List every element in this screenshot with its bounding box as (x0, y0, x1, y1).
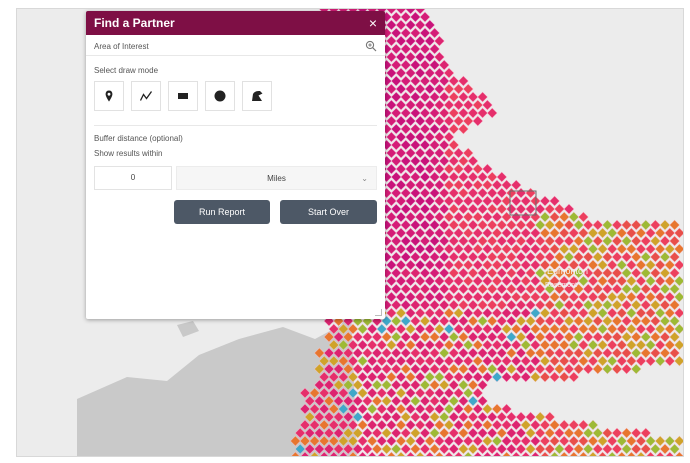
place-label-edmonton: Edmonton (547, 266, 588, 276)
draw-point-button[interactable] (94, 81, 124, 111)
buffer-row: 0 Miles ⌄ (86, 158, 385, 190)
close-icon[interactable]: × (369, 16, 377, 30)
unit-select-value: Miles (267, 173, 286, 183)
map-frame[interactable]: Edmonton Rosemont Find a Partner × Area … (16, 8, 684, 457)
pin-icon (105, 90, 113, 102)
panel-header: Find a Partner × (86, 11, 385, 35)
draw-tools (86, 81, 385, 111)
start-over-button[interactable]: Start Over (280, 200, 377, 224)
zoom-in-icon[interactable] (365, 40, 377, 52)
select-draw-mode-label: Select draw mode (94, 66, 159, 75)
freehand-polygon-icon (252, 90, 263, 101)
area-of-interest-row: Area of Interest (86, 35, 385, 56)
show-results-label: Show results within (94, 149, 163, 158)
draw-freehand-polygon-button[interactable] (242, 81, 272, 111)
panel-title: Find a Partner (94, 16, 175, 30)
buffer-distance-input[interactable]: 0 (94, 166, 172, 190)
polyline-icon (139, 91, 153, 101)
draw-rectangle-button[interactable] (168, 81, 198, 111)
unit-select[interactable]: Miles ⌄ (176, 166, 377, 190)
find-partner-panel: Find a Partner × Area of Interest Select… (86, 11, 385, 319)
resize-handle[interactable] (375, 309, 382, 316)
circle-icon (214, 90, 226, 102)
rectangle-icon (178, 93, 188, 99)
place-label-rosemont: Rosemont (545, 282, 577, 289)
action-buttons: Run Report Start Over (86, 190, 385, 224)
draw-circle-button[interactable] (205, 81, 235, 111)
chevron-down-icon: ⌄ (361, 174, 368, 183)
area-of-interest-label: Area of Interest (94, 41, 149, 51)
section-divider (94, 125, 377, 126)
run-report-button[interactable]: Run Report (174, 200, 270, 224)
draw-polyline-button[interactable] (131, 81, 161, 111)
buffer-distance-label: Buffer distance (optional) (94, 134, 183, 143)
